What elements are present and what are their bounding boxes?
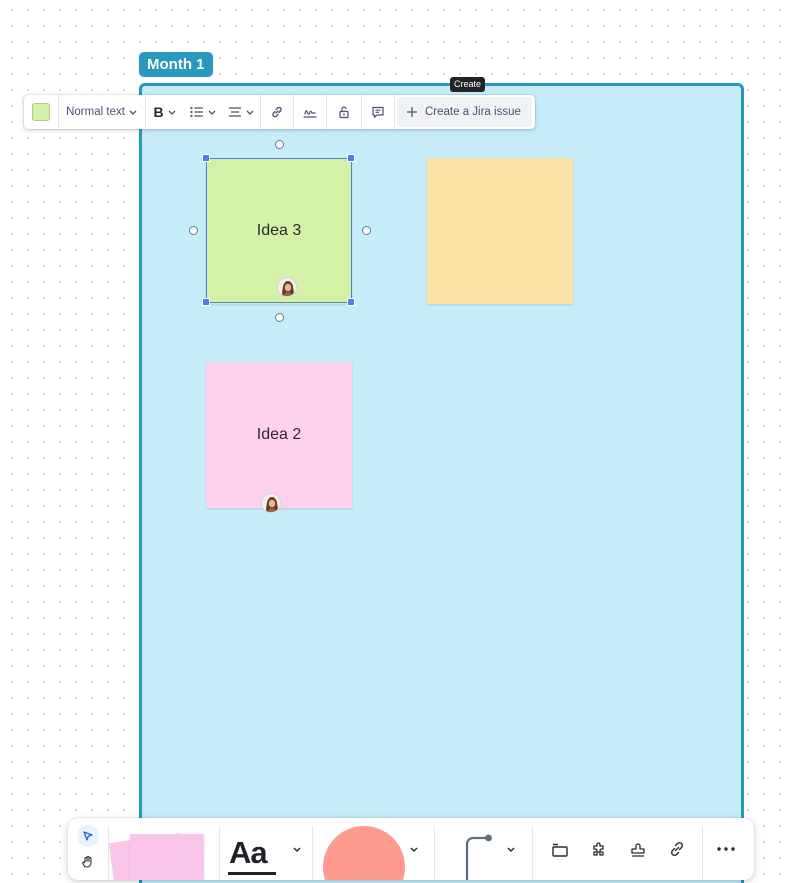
color-swatch bbox=[32, 103, 50, 121]
apps-button[interactable] bbox=[587, 838, 611, 860]
jira-label: Create a Jira issue bbox=[425, 106, 521, 118]
hand-tool-button[interactable] bbox=[78, 852, 98, 872]
toolbar-divider bbox=[108, 826, 109, 880]
chevron-down-icon bbox=[293, 847, 301, 852]
chevron-down-icon bbox=[246, 110, 253, 115]
text-tool-label: Aa bbox=[229, 835, 268, 870]
stamp-icon bbox=[631, 843, 645, 857]
toolbar-divider bbox=[219, 826, 220, 880]
select-tool-button[interactable] bbox=[77, 825, 99, 847]
link-tool-button[interactable] bbox=[665, 838, 689, 860]
sticky-note-text: Idea 2 bbox=[256, 426, 302, 443]
connector-handle-left[interactable] bbox=[189, 226, 198, 235]
avatar bbox=[277, 277, 297, 297]
floating-toolbar: Normal text B Create a Jira issue bbox=[24, 95, 535, 129]
bold-button[interactable]: B bbox=[146, 95, 184, 129]
sticky-note-idea-2[interactable]: Idea 2 bbox=[206, 362, 352, 508]
lock-button[interactable] bbox=[327, 95, 361, 129]
chevron-down-icon bbox=[208, 110, 215, 115]
frame-label[interactable]: Month 1 bbox=[139, 52, 213, 77]
sticky-note-empty[interactable] bbox=[427, 158, 573, 304]
connector-handle-right[interactable] bbox=[362, 226, 371, 235]
link-button[interactable] bbox=[261, 95, 293, 129]
more-icon bbox=[717, 847, 735, 851]
tooltip: Create bbox=[450, 77, 486, 92]
comment-icon bbox=[372, 106, 384, 118]
unlock-icon bbox=[339, 106, 349, 119]
frame-icon bbox=[552, 843, 568, 857]
color-picker-button[interactable] bbox=[24, 95, 58, 129]
text-style-label: Normal text bbox=[66, 106, 125, 118]
text-tool-dropdown[interactable] bbox=[290, 842, 304, 856]
sticky-note-text: Idea 3 bbox=[256, 222, 302, 239]
link-icon bbox=[670, 841, 684, 857]
toolbar-divider bbox=[394, 95, 395, 129]
shape-tool-button[interactable] bbox=[323, 826, 405, 880]
more-button[interactable] bbox=[714, 838, 738, 860]
chevron-down-icon bbox=[168, 110, 176, 115]
shape-tool-dropdown[interactable] bbox=[407, 842, 421, 856]
toolbar-divider bbox=[434, 826, 435, 880]
sticky-note-tool-button[interactable] bbox=[108, 826, 212, 880]
bullet-list-icon bbox=[189, 106, 203, 118]
resize-handle-top-right[interactable] bbox=[347, 154, 355, 162]
chevron-down-icon bbox=[507, 847, 515, 852]
connector-handle-top[interactable] bbox=[275, 140, 284, 149]
comment-button[interactable] bbox=[362, 95, 394, 129]
text-underline bbox=[228, 872, 276, 875]
connector-tool-button[interactable] bbox=[438, 828, 500, 880]
select-arrow-icon bbox=[83, 831, 93, 841]
sticky-note-preview bbox=[130, 834, 204, 880]
text-style-dropdown[interactable]: Normal text bbox=[59, 95, 145, 129]
resize-handle-top-left[interactable] bbox=[202, 154, 210, 162]
signature-icon bbox=[303, 110, 317, 118]
bottom-toolbar: Aa bbox=[68, 818, 754, 880]
align-button[interactable] bbox=[222, 95, 260, 129]
avatar bbox=[261, 493, 281, 513]
list-button[interactable] bbox=[184, 95, 222, 129]
align-center-icon bbox=[228, 107, 241, 117]
frame-tool-button[interactable] bbox=[548, 838, 572, 860]
text-tool-button[interactable]: Aa bbox=[226, 832, 282, 880]
toolbar-divider bbox=[532, 826, 533, 880]
resize-handle-bottom-left[interactable] bbox=[202, 298, 210, 306]
toolbar-divider bbox=[702, 826, 703, 880]
connector-icon bbox=[465, 834, 492, 880]
bold-icon: B bbox=[153, 104, 164, 120]
stamp-tool-button[interactable] bbox=[626, 838, 650, 860]
link-icon bbox=[272, 106, 282, 118]
puzzle-icon bbox=[593, 842, 604, 856]
toolbar-divider bbox=[312, 826, 313, 880]
plus-icon bbox=[407, 107, 417, 117]
hand-icon bbox=[82, 855, 92, 868]
resize-handle-bottom-right[interactable] bbox=[347, 298, 355, 306]
chevron-down-icon bbox=[410, 847, 418, 852]
signature-button[interactable] bbox=[294, 95, 326, 129]
create-jira-issue-button[interactable]: Create a Jira issue bbox=[397, 97, 532, 127]
connector-tool-dropdown[interactable] bbox=[504, 842, 518, 856]
chevron-down-icon bbox=[129, 110, 137, 115]
connector-handle-bottom[interactable] bbox=[275, 313, 284, 322]
